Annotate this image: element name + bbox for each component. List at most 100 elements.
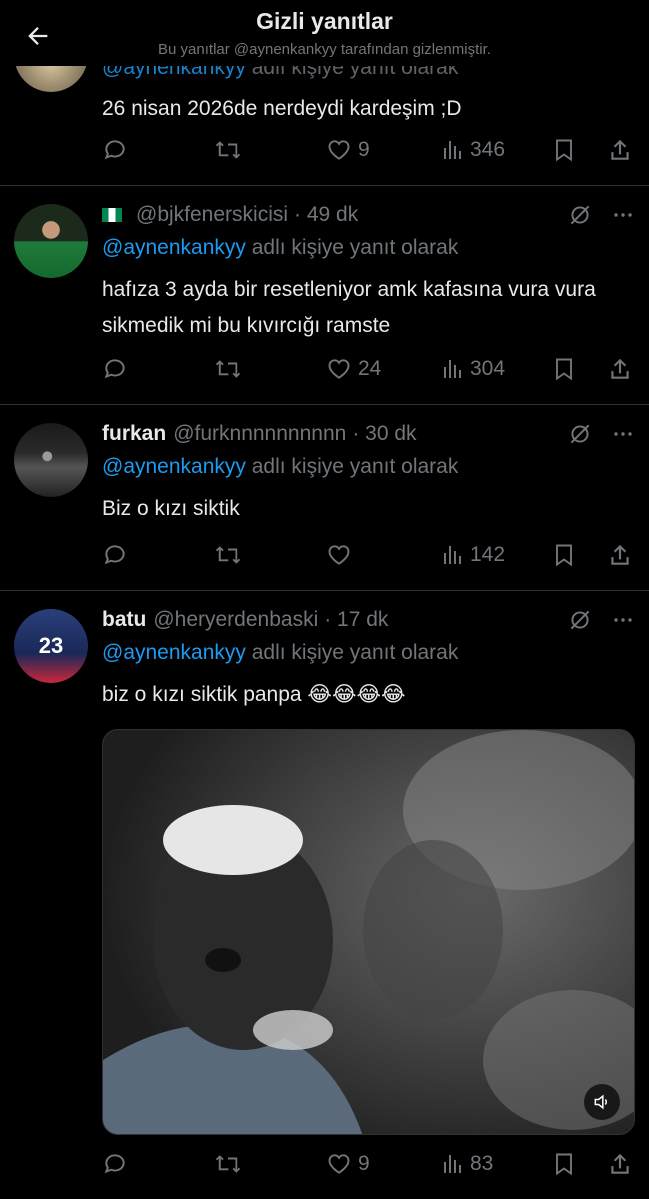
reply-label: adlı kişiye yanıt olarak bbox=[245, 455, 459, 478]
repost-button[interactable] bbox=[214, 1146, 242, 1182]
views-icon bbox=[444, 360, 461, 378]
reply-handle-link[interactable]: @aynenkankyy bbox=[102, 641, 246, 664]
display-name[interactable]: batu bbox=[102, 608, 146, 632]
bookmark-button[interactable] bbox=[552, 537, 576, 573]
like-button[interactable]: 24 bbox=[326, 351, 381, 387]
views-icon bbox=[444, 1155, 461, 1173]
share-button[interactable] bbox=[607, 351, 633, 387]
reply-button[interactable] bbox=[102, 351, 128, 387]
reply-icon bbox=[104, 359, 125, 379]
tweet-2[interactable]: furkan @furknnnnnnnnnn · 30 dk @aynenkan… bbox=[0, 405, 649, 591]
reply-context: @aynenkankyy adlı kişiye yanıt olarak bbox=[102, 635, 635, 671]
video-thumbnail bbox=[103, 730, 634, 1134]
reply-label: adlı kişiye yanıt olarak bbox=[245, 236, 459, 259]
reply-icon bbox=[104, 140, 125, 160]
share-icon bbox=[611, 544, 629, 565]
views-button[interactable]: 142 bbox=[440, 537, 505, 573]
volume-button[interactable] bbox=[584, 1084, 620, 1120]
tweet-text: 26 nisan 2026de nerdeydi kardeşim ;D bbox=[102, 97, 462, 120]
tweet-3[interactable]: 23 batu @heryerdenbaski · 17 dk @aynenka… bbox=[0, 591, 649, 1199]
like-button[interactable]: 9 bbox=[326, 132, 370, 168]
bookmark-button[interactable] bbox=[552, 132, 576, 168]
views-button[interactable]: 304 bbox=[440, 351, 505, 387]
bookmark-icon bbox=[556, 139, 572, 162]
share-button[interactable] bbox=[607, 132, 633, 168]
repost-button[interactable] bbox=[214, 537, 242, 573]
more-options-icon[interactable] bbox=[611, 422, 635, 446]
repost-button[interactable] bbox=[214, 351, 242, 387]
reply-context: @aynenkankyy adlı kişiye yanıt olarak bbox=[102, 230, 635, 266]
share-icon bbox=[611, 1153, 629, 1174]
tweet-time: · 30 dk bbox=[352, 422, 417, 445]
avatar-jersey-number: 23 bbox=[38, 633, 64, 658]
reply-label: adlı kişiye yanıt olarak bbox=[245, 641, 459, 664]
like-button[interactable]: 9 bbox=[326, 1146, 370, 1182]
reply-handle-link[interactable]: @aynenkankyy bbox=[102, 455, 246, 478]
view-count: 83 bbox=[470, 1152, 494, 1175]
bookmark-icon bbox=[556, 358, 572, 381]
avatar[interactable] bbox=[14, 423, 88, 497]
tweet-meta: batu @heryerdenbaski · 17 dk bbox=[102, 605, 635, 635]
bookmark-button[interactable] bbox=[552, 351, 576, 387]
heart-icon bbox=[328, 140, 350, 160]
bookmark-button[interactable] bbox=[552, 1146, 576, 1182]
bookmark-icon bbox=[556, 1153, 572, 1176]
more-options-icon[interactable] bbox=[611, 608, 635, 632]
reply-button[interactable] bbox=[102, 132, 128, 168]
reply-button[interactable] bbox=[102, 1146, 128, 1182]
tweet-text: Biz o kızı siktik bbox=[102, 497, 240, 520]
user-handle[interactable]: @bjkfenerskicisi bbox=[136, 203, 288, 227]
like-count: 9 bbox=[358, 138, 370, 161]
like-count: 9 bbox=[358, 1152, 370, 1175]
avatar[interactable] bbox=[14, 204, 88, 278]
speaker-icon bbox=[594, 1094, 608, 1110]
repost-button[interactable] bbox=[214, 132, 242, 168]
tweet-time: · 49 dk bbox=[294, 203, 359, 226]
bookmark-icon bbox=[556, 544, 572, 567]
user-handle[interactable]: @heryerdenbaski bbox=[153, 608, 318, 632]
like-button[interactable] bbox=[326, 537, 358, 573]
views-button[interactable]: 83 bbox=[440, 1146, 493, 1182]
tweet-1[interactable]: @bjkfenerskicisi · 49 dk @aynenkankyy ad… bbox=[0, 186, 649, 405]
page-subtitle: Bu yanıtlar @aynenkankyy tarafından gizl… bbox=[158, 41, 491, 58]
top-bar: Gizli yanıtlar Bu yanıtlar @aynenkankyy … bbox=[0, 0, 649, 66]
hidden-reply-icon[interactable] bbox=[567, 607, 593, 633]
share-icon bbox=[611, 358, 629, 379]
reply-button[interactable] bbox=[102, 537, 128, 573]
view-count: 304 bbox=[470, 357, 506, 380]
tweet-text: biz o kızı siktik panpa 😂😂😂😂 bbox=[102, 683, 406, 706]
avatar[interactable]: 23 bbox=[14, 609, 88, 683]
heart-icon bbox=[328, 1154, 350, 1174]
repost-icon bbox=[215, 141, 241, 159]
repost-icon bbox=[215, 546, 241, 564]
view-count: 346 bbox=[470, 138, 506, 161]
repost-icon bbox=[215, 360, 241, 378]
views-icon bbox=[444, 546, 461, 564]
reply-handle-link[interactable]: @aynenkankyy bbox=[102, 236, 246, 259]
share-icon bbox=[611, 139, 629, 160]
share-button[interactable] bbox=[607, 1146, 633, 1182]
reply-icon bbox=[104, 1154, 125, 1174]
reply-context: @aynenkankyy adlı kişiye yanıt olarak bbox=[102, 449, 635, 485]
heart-icon bbox=[328, 545, 350, 565]
tweet-meta: @bjkfenerskicisi · 49 dk bbox=[102, 200, 635, 230]
share-button[interactable] bbox=[607, 537, 633, 573]
tweet-text: hafıza 3 ayda bir resetleniyor amk kafas… bbox=[102, 278, 596, 337]
more-options-icon[interactable] bbox=[611, 203, 635, 227]
user-handle[interactable]: @furknnnnnnnnnn bbox=[173, 422, 346, 446]
tweet-meta: furkan @furknnnnnnnnnn · 30 dk bbox=[102, 419, 635, 449]
nigeria-flag-icon bbox=[102, 208, 122, 222]
reply-icon bbox=[104, 545, 125, 565]
hidden-reply-icon[interactable] bbox=[567, 421, 593, 447]
like-count: 24 bbox=[358, 357, 382, 380]
display-name[interactable]: furkan bbox=[102, 422, 166, 446]
tweet-time: · 17 dk bbox=[324, 608, 389, 631]
heart-icon bbox=[328, 359, 350, 379]
video-player[interactable] bbox=[102, 729, 635, 1135]
views-button[interactable]: 346 bbox=[440, 132, 505, 168]
repost-icon bbox=[215, 1155, 241, 1173]
page-title: Gizli yanıtlar bbox=[256, 8, 393, 34]
views-icon bbox=[444, 141, 461, 159]
view-count: 142 bbox=[470, 543, 506, 566]
hidden-reply-icon[interactable] bbox=[567, 202, 593, 228]
